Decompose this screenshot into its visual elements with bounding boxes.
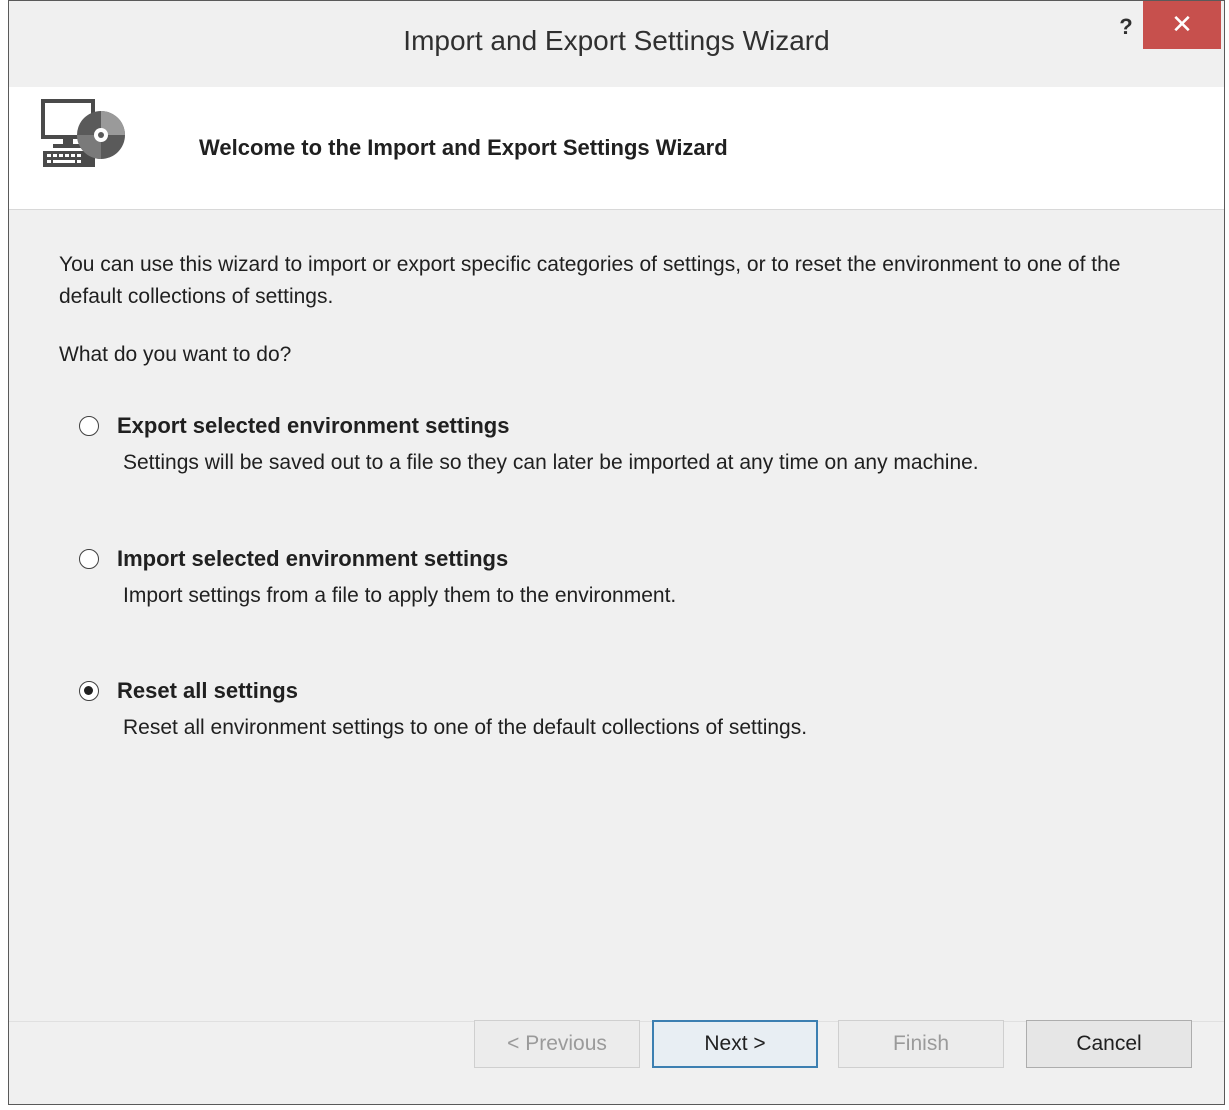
option-import[interactable]: Import selected environment settings Imp… <box>79 542 1179 608</box>
option-label: Reset all settings <box>117 678 298 703</box>
option-reset[interactable]: Reset all settings Reset all environment… <box>79 674 1179 740</box>
option-export[interactable]: Export selected environment settings Set… <box>79 409 1179 475</box>
wizard-window: Import and Export Settings Wizard ? ✕ We… <box>8 0 1225 1105</box>
title-bar: Import and Export Settings Wizard ? ✕ <box>9 1 1224 87</box>
intro-text: You can use this wizard to import or exp… <box>59 253 1121 308</box>
wizard-header: Welcome to the Import and Export Setting… <box>9 87 1224 210</box>
option-label: Export selected environment settings <box>117 413 510 438</box>
import-radio[interactable] <box>79 549 99 569</box>
option-description: Settings will be saved out to a file so … <box>123 451 979 474</box>
close-button[interactable]: ✕ <box>1143 1 1221 49</box>
cancel-button[interactable]: Cancel <box>1026 1020 1192 1068</box>
previous-button[interactable]: < Previous <box>474 1020 640 1068</box>
option-description: Import settings from a file to apply the… <box>123 584 677 607</box>
option-label: Import selected environment settings <box>117 546 509 571</box>
option-description: Reset all environment settings to one of… <box>123 716 808 739</box>
help-button[interactable]: ? <box>1111 7 1141 47</box>
close-icon: ✕ <box>1171 9 1193 39</box>
wizard-content: You can use this wizard to import or exp… <box>9 209 1224 1022</box>
settings-wizard-icon <box>41 99 125 167</box>
wizard-heading: Welcome to the Import and Export Setting… <box>199 135 728 160</box>
next-button[interactable]: Next > <box>652 1020 818 1068</box>
finish-button[interactable]: Finish <box>838 1020 1004 1068</box>
export-radio[interactable] <box>79 416 99 436</box>
window-title: Import and Export Settings Wizard <box>403 25 830 56</box>
reset-radio[interactable] <box>79 681 99 701</box>
question-text: What do you want to do? <box>59 343 292 366</box>
